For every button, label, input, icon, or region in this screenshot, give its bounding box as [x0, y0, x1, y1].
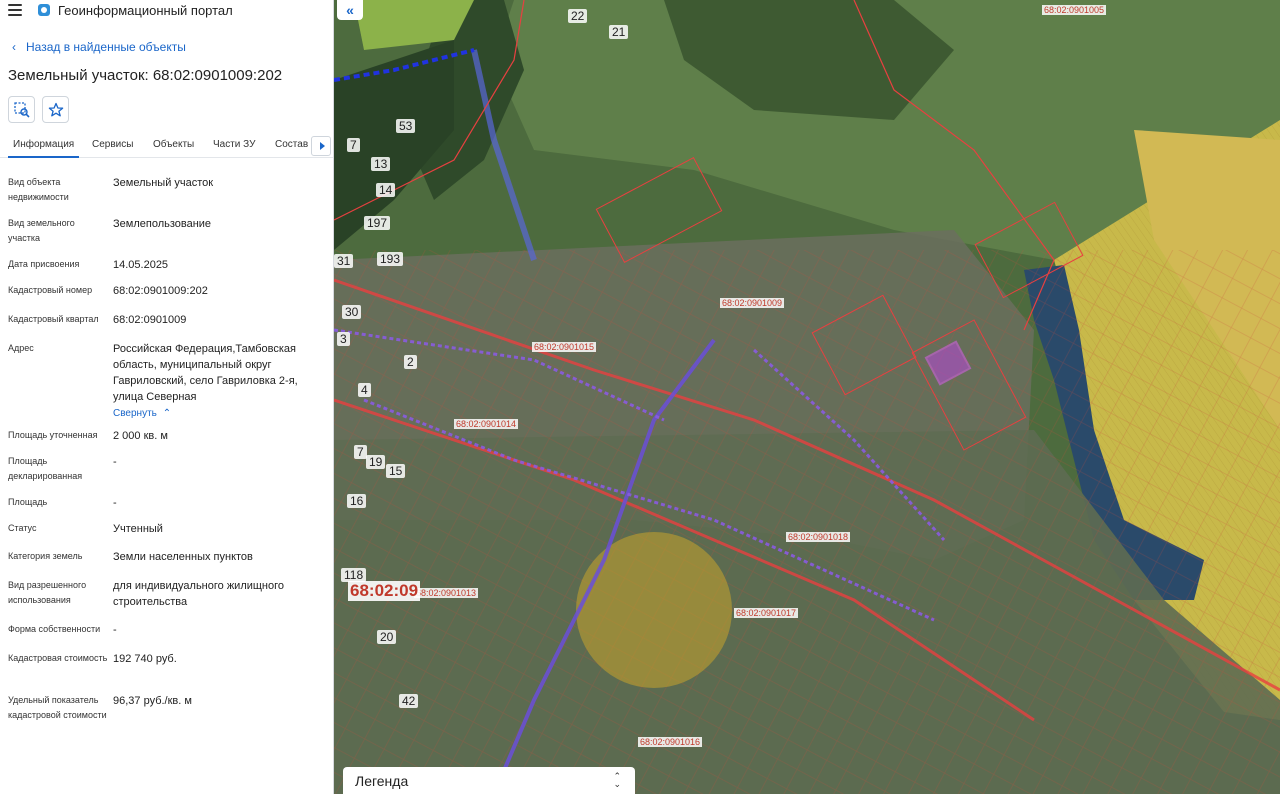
attr-value: для индивидуального жилищного строительс… — [113, 580, 285, 608]
expand-collapse-icon: ⌃ ⌄ — [613, 771, 621, 789]
attr-label: Кадастровая стоимость — [8, 653, 108, 663]
chevron-left-icon: ‹ — [12, 40, 16, 54]
attr-value: - — [113, 456, 117, 468]
star-icon — [48, 102, 63, 116]
parcel-number: 118 — [341, 568, 367, 582]
collapse-label: Свернуть — [113, 408, 157, 419]
tab-information[interactable]: Информация — [8, 134, 80, 158]
attr-label: Площадь уточненная — [8, 430, 98, 440]
favorite-button[interactable] — [42, 96, 69, 123]
attr-label: Удельный показатель кадастровой стоимост… — [8, 695, 107, 720]
attr-value: Землепользование — [113, 218, 212, 230]
app-root: Геоинформационный портал ‹ Назад в найде… — [0, 0, 1280, 794]
attr-value: - — [113, 497, 117, 509]
quarter-label: 68:02:0901014 — [454, 419, 519, 429]
tab-services[interactable]: Сервисы — [92, 134, 133, 150]
chevron-up-icon: ⌃ — [159, 408, 172, 419]
attr-value: Земли населенных пунктов — [113, 551, 253, 563]
parcel-number: 42 — [399, 694, 419, 708]
parcel-number: 2 — [404, 355, 417, 369]
parcel-number: 7 — [347, 138, 360, 152]
attr-label: Дата присвоения — [8, 259, 80, 269]
attr-value: - — [113, 624, 117, 636]
attr-value: 68:02:0901009:202 — [113, 285, 208, 297]
parcel-number: 14 — [376, 183, 396, 197]
attr-label: Форма собственности — [8, 624, 101, 634]
parcel-number: 19 — [366, 455, 386, 469]
parcel-number: 193 — [377, 252, 404, 266]
parcel-number: 15 — [386, 464, 406, 478]
tabs-scroll-right-button[interactable] — [311, 136, 331, 156]
parcel-number: 21 — [609, 25, 629, 39]
parcel-number: 53 — [396, 119, 416, 133]
top-bar: Геоинформационный портал — [0, 0, 333, 20]
legend-dropdown[interactable]: Легенда ⌃ ⌄ — [343, 767, 635, 794]
attr-label: Кадастровый номер — [8, 285, 93, 295]
attr-label: Вид объекта недвижимости — [8, 177, 69, 202]
parcel-number: 16 — [347, 494, 367, 508]
parcel-number: 30 — [342, 305, 362, 319]
parcel-number: 3 — [337, 332, 350, 346]
parcel-number: 31 — [334, 254, 354, 268]
quarter-label: 68:02:0901018 — [786, 532, 851, 542]
parcel-number: 4 — [358, 383, 371, 397]
quarter-label: 68:02:0901016 — [638, 737, 703, 747]
attr-label: Адрес — [8, 343, 34, 353]
zoom-to-object-button[interactable] — [8, 96, 35, 123]
info-tabs: Информация Сервисы Объекты Части ЗУ Сост… — [0, 134, 333, 158]
attr-label: Площадь — [8, 497, 48, 507]
parcel-number: 13 — [371, 157, 391, 171]
attr-value: Учтенный — [113, 523, 163, 535]
quarter-label: 68:02:0901015 — [532, 342, 597, 352]
attr-value: 2 000 кв. м — [113, 430, 168, 442]
locate-object-icon — [13, 101, 30, 118]
tab-parts[interactable]: Части ЗУ — [213, 134, 255, 150]
parcel-number: 22 — [568, 9, 588, 23]
attr-label: Площадь декларированная — [8, 456, 83, 481]
quarter-label: 68:02:0901009 — [720, 298, 785, 308]
map-view[interactable]: 68:02:0901005 68:02:0901009 68:02:090101… — [334, 0, 1280, 794]
back-link-label: Назад в найденные объекты — [26, 40, 186, 54]
app-title: Геоинформационный портал — [58, 2, 233, 18]
quarter-label-large: 68:02:09 — [348, 581, 421, 601]
attr-label: Вид земельного участка — [8, 218, 75, 243]
quarter-label: 68:02:0901013 — [414, 588, 479, 598]
legend-label: Легенда — [355, 772, 409, 789]
collapse-panel-button[interactable]: « — [337, 0, 363, 20]
address-collapse-link[interactable]: Свернуть ⌃ — [113, 405, 325, 422]
attr-label: Категория земель — [8, 551, 83, 561]
quarter-label: 68:02:0901005 — [1042, 5, 1107, 15]
back-to-results-link[interactable]: ‹ Назад в найденные объекты — [12, 40, 186, 54]
attr-value: Российская Федерация,Тамбовская область,… — [113, 343, 298, 403]
attr-value: 96,37 руб./кв. м — [113, 695, 192, 707]
double-chevron-left-icon: « — [346, 2, 354, 18]
parcel-number: 7 — [354, 445, 367, 459]
attr-label: Статус — [8, 523, 37, 533]
object-title: Земельный участок: 68:02:0901009:202 — [8, 67, 283, 84]
satellite-basemap — [334, 0, 1280, 794]
attr-value: Земельный участок — [113, 177, 214, 189]
attr-label: Вид разрешенного использования — [8, 580, 87, 605]
attr-value: 14.05.2025 — [113, 259, 169, 271]
tab-composition[interactable]: Состав — [275, 134, 309, 150]
attr-value: 192 740 руб. — [113, 653, 177, 665]
attr-label: Кадастровый квартал — [8, 314, 99, 324]
parcel-number: 197 — [364, 216, 391, 230]
quarter-label: 68:02:0901017 — [734, 608, 799, 618]
portal-logo-icon — [38, 4, 50, 16]
parcel-number: 20 — [377, 630, 397, 644]
menu-icon[interactable] — [8, 4, 22, 16]
attr-value: 68:02:0901009 — [113, 314, 187, 326]
info-panel: Геоинформационный портал ‹ Назад в найде… — [0, 0, 334, 794]
tab-objects[interactable]: Объекты — [153, 134, 194, 150]
